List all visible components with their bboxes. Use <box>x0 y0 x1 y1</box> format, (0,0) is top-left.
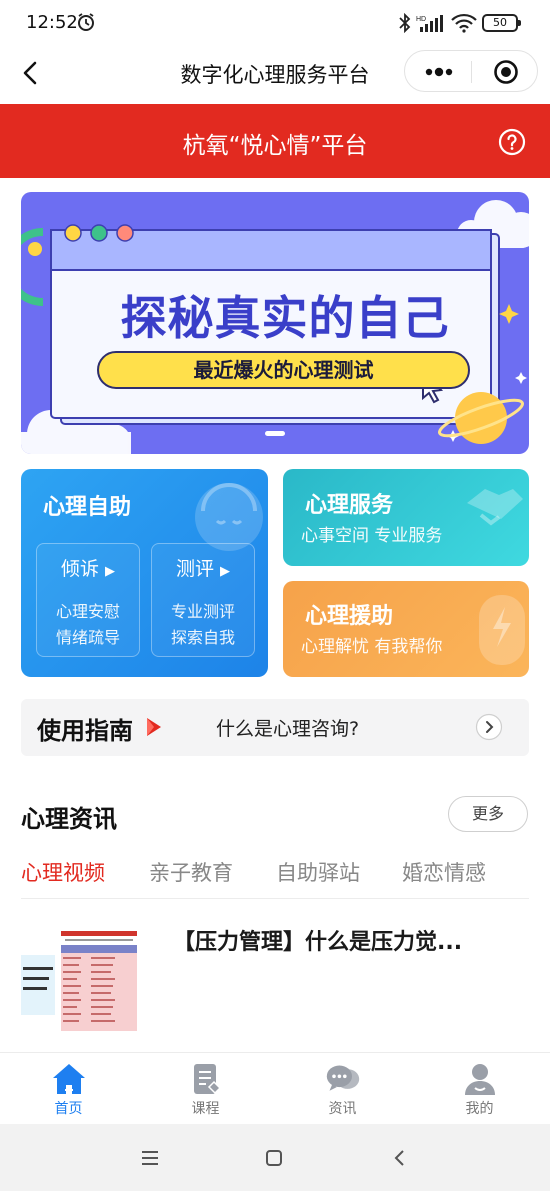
service-subtitle: 心事空间 专业服务 <box>301 526 443 546</box>
signal-icon: HD <box>416 15 443 32</box>
confide-label-row: 倾诉 ▶ <box>37 554 139 581</box>
user-guide-bar[interactable]: 使用指南 什么是心理咨询? <box>21 699 529 756</box>
banner-title: 探秘真实的自己 <box>120 291 450 345</box>
help-icon[interactable] <box>498 128 526 156</box>
aid-subtitle: 心理解忧 有我帮你 <box>301 637 443 657</box>
tab-self-help-station[interactable]: 自助驿站 <box>276 857 360 887</box>
back-arrow-icon[interactable] <box>388 1146 412 1170</box>
tab-home-label: 首页 <box>54 1101 83 1117</box>
wifi-icon <box>451 13 477 33</box>
assessment-line-2: 探索自我 <box>170 628 235 647</box>
tab-course[interactable]: 课程 <box>137 1053 274 1125</box>
status-time: 12:52 <box>26 12 78 33</box>
aid-card[interactable]: 心理援助 心理解忧 有我帮你 <box>283 581 529 677</box>
tab-mine-label: 我的 <box>465 1101 494 1117</box>
self-help-title: 心理自助 <box>43 495 132 520</box>
home-icon <box>52 1064 85 1094</box>
battery-indicator: 50 <box>482 14 521 32</box>
close-mini-program-icon[interactable] <box>493 59 519 85</box>
caret-right-icon: ▶ <box>220 564 231 579</box>
assessment-entry[interactable]: 测评 ▶ 专业测评 探索自我 <box>151 543 255 657</box>
tab-news[interactable]: 资讯 <box>274 1053 411 1125</box>
service-card[interactable]: 心理服务 心事空间 专业服务 <box>283 469 529 566</box>
handshake-icon <box>467 489 523 526</box>
status-bar: 12:52 HD 50 <box>0 0 550 46</box>
confide-entry[interactable]: 倾诉 ▶ 心理安慰 情绪疏导 <box>36 543 140 657</box>
service-title: 心理服务 <box>305 493 394 518</box>
tab-home[interactable]: 首页 <box>0 1053 137 1125</box>
confide-line-2: 情绪疏导 <box>55 628 120 647</box>
user-icon <box>464 1064 495 1095</box>
assessment-label: 测评 <box>175 558 214 580</box>
svg-text:HD: HD <box>416 16 426 23</box>
assessment-line-1: 专业测评 <box>170 602 235 621</box>
guide-arrow-icon <box>147 718 161 736</box>
mini-program-capsule <box>404 50 538 92</box>
aid-title: 心理援助 <box>305 604 394 629</box>
news-more-button[interactable]: 更多 <box>448 796 528 832</box>
guide-label: 使用指南 <box>37 717 133 745</box>
self-help-card[interactable]: 心理自助 倾诉 ▶ 心理安慰 情绪疏导 测评 ▶ 专业测评 探索自我 <box>21 469 268 677</box>
tab-parenting[interactable]: 亲子教育 <box>149 857 233 887</box>
confide-line-1: 心理安慰 <box>55 602 120 621</box>
news-section-title: 心理资讯 <box>21 805 117 833</box>
more-icon[interactable] <box>423 64 455 80</box>
bottom-tab-bar: 首页 课程 资讯 我的 <box>0 1052 550 1124</box>
lightning-icon <box>479 595 525 665</box>
system-navigation-bar <box>0 1124 550 1191</box>
assessment-label-row: 测评 ▶ <box>152 554 254 581</box>
carousel-indicator <box>265 431 285 436</box>
banner-subtitle: 最近爆火的心理测试 <box>97 351 470 389</box>
tab-mine[interactable]: 我的 <box>411 1053 548 1125</box>
article-title: 【压力管理】什么是压力觉... <box>173 930 463 955</box>
guide-question[interactable]: 什么是心理咨询? <box>216 714 359 741</box>
platform-header: 杭氧“悦心情”平台 <box>0 104 550 178</box>
confide-label: 倾诉 <box>60 558 99 580</box>
tab-psych-video[interactable]: 心理视频 <box>21 857 105 887</box>
news-article[interactable]: 【压力管理】什么是压力觉... <box>21 915 529 1045</box>
news-tabs: 心理视频 亲子教育 自助驿站 婚恋情感 <box>21 857 529 899</box>
chevron-right-circle-icon[interactable] <box>475 713 503 741</box>
bluetooth-icon <box>399 13 411 33</box>
chat-icon <box>326 1065 359 1091</box>
home-square-icon[interactable] <box>262 1146 286 1170</box>
article-thumbnail-image <box>21 927 139 1045</box>
alarm-icon <box>78 13 94 31</box>
tab-relationships[interactable]: 婚恋情感 <box>402 857 486 887</box>
tab-course-label: 课程 <box>191 1101 220 1117</box>
capsule-divider <box>471 61 472 83</box>
nav-bar: 数字化心理服务平台 <box>0 46 550 104</box>
caret-right-icon: ▶ <box>105 564 116 579</box>
promo-banner[interactable]: 探秘真实的自己 最近爆火的心理测试 <box>21 192 529 454</box>
platform-title: 杭氧“悦心情”平台 <box>182 133 368 159</box>
menu-icon[interactable] <box>138 1146 162 1170</box>
tab-news-label: 资讯 <box>328 1101 357 1117</box>
course-icon <box>193 1064 221 1095</box>
